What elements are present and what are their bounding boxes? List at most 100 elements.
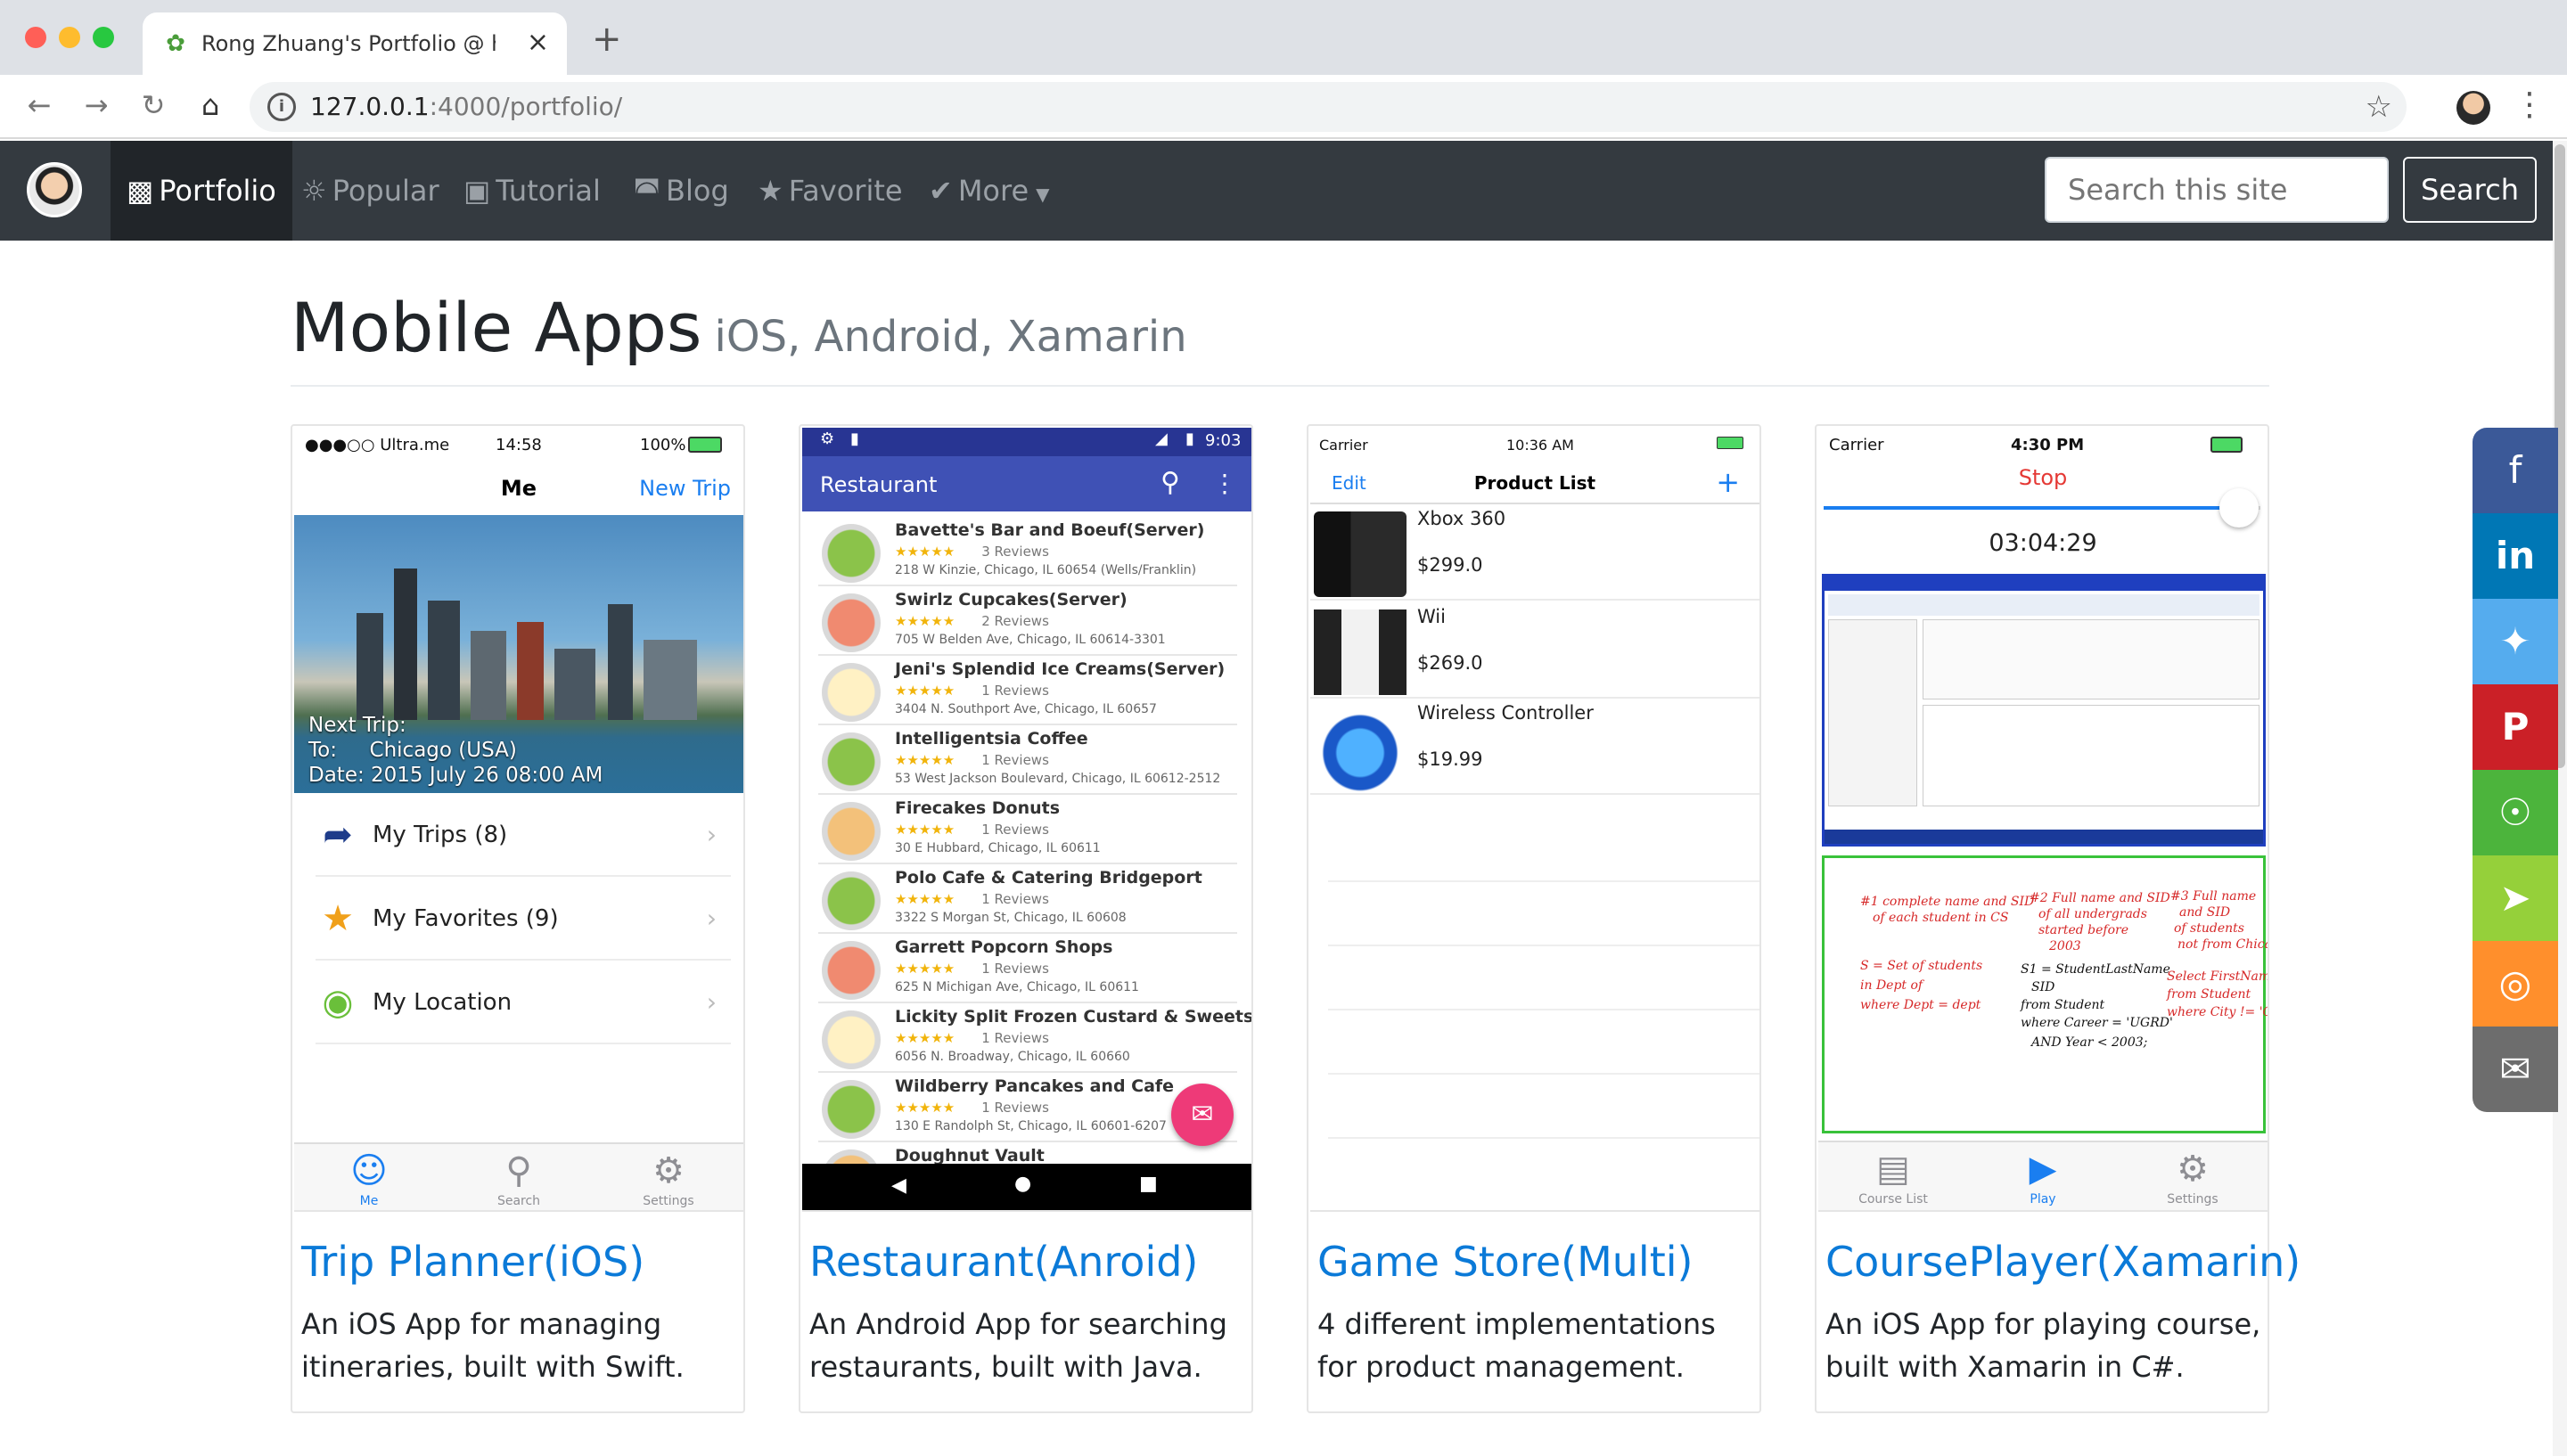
nav-tutorial[interactable]: ▣ Tutorial	[463, 141, 601, 241]
food-thumbnail	[822, 593, 881, 652]
nav-more-dropdown[interactable]: ✔ More ▼	[929, 141, 1050, 241]
product-row[interactable]: Xbox 360 $299.0	[1310, 504, 1759, 601]
app-screenshot[interactable]: ●●●○○ Ultra.me 14:58 100% Me New Trip Ne…	[294, 428, 743, 1212]
restaurant-address: 6056 N. Broadway, Chicago, IL 60660	[895, 1050, 1130, 1064]
card-title-link[interactable]: Trip Planner(iOS)	[301, 1233, 644, 1290]
card-title-link[interactable]: Game Store(Multi)	[1317, 1233, 1693, 1290]
pinterest-icon[interactable]: P	[2473, 684, 2558, 770]
bookmark-star-icon[interactable]: ☆	[2366, 89, 2392, 125]
app-screenshot[interactable]: Carrier 4:30 PM Stop 03:04:29 #1 complet…	[1818, 428, 2268, 1212]
briefcase-icon: ▩	[127, 174, 154, 208]
tab-settings[interactable]: ⚙ Settings	[594, 1148, 743, 1208]
site-navbar: ▩ Portfolio ☼ Popular ▣ Tutorial ◚ Blog ★ Fav…	[0, 141, 2553, 241]
restaurant-address: 30 E Hubbard, Chicago, IL 60611	[895, 841, 1101, 855]
restaurant-address: 3322 S Morgan St, Chicago, IL 60608	[895, 911, 1127, 925]
status-bar: ●●●○○ Ultra.me 14:58 100%	[294, 428, 743, 463]
add-button[interactable]: +	[1716, 465, 1740, 499]
tab-play[interactable]: ▶ Play	[1968, 1146, 2118, 1207]
list-item[interactable]: ◉ My Location ›	[316, 962, 731, 1044]
rating-stars: ★★★★★ 1 Reviews	[895, 822, 1049, 838]
twitter-icon[interactable]: ✦	[2473, 599, 2558, 684]
gear-icon: ⚙	[2177, 1149, 2209, 1190]
list-item[interactable]: Polo Cafe & Catering Bridgeport ★★★★★ 1 Re…	[818, 864, 1237, 934]
tab-me[interactable]: ☺ Me	[294, 1148, 444, 1208]
app-bar: Restaurant ⚲ ⋮	[802, 456, 1251, 511]
app-screenshot[interactable]: Carrier 10:36 AM Edit Product List + Xbo…	[1310, 428, 1759, 1212]
chevron-right-icon: ›	[706, 904, 717, 933]
nav-favorite[interactable]: ★ Favorite	[758, 141, 903, 241]
battery-icon	[2210, 437, 2243, 453]
browser-menu-icon[interactable]: ⋮	[2514, 87, 2546, 123]
teacher-icon: ▣	[463, 174, 491, 208]
rating-stars: ★★★★★ 1 Reviews	[895, 752, 1049, 768]
tab-course-list[interactable]: ▤ Course List	[1818, 1146, 1968, 1207]
empty-row-divider	[1328, 1137, 1759, 1139]
tab-close-icon[interactable]: ×	[527, 27, 549, 59]
reload-icon[interactable]: ↻	[135, 87, 171, 123]
home-icon[interactable]: ⌂	[193, 87, 228, 123]
weibo-icon[interactable]: ◎	[2473, 941, 2558, 1027]
nav-portfolio[interactable]: ▩ Portfolio	[111, 141, 292, 241]
status-bar: Carrier 10:36 AM	[1310, 428, 1759, 463]
site-search-input[interactable]	[2045, 157, 2389, 223]
tab-search[interactable]: ⚲ Search	[444, 1148, 594, 1208]
minimize-window-button[interactable]	[59, 27, 80, 48]
zoom-window-button[interactable]	[93, 27, 114, 48]
share-icon[interactable]: ➤	[2473, 855, 2558, 941]
browser-tab[interactable]: ✿ Rong Zhuang's Portfolio @ http ×	[143, 12, 567, 75]
video-frame-desktop	[1822, 574, 2266, 847]
rating-stars: ★★★★★ 1 Reviews	[895, 1100, 1049, 1116]
stop-button[interactable]: Stop	[1818, 465, 2268, 490]
tab-settings[interactable]: ⚙ Settings	[2118, 1146, 2268, 1207]
linkedin-icon[interactable]: in	[2473, 513, 2558, 599]
back-triangle-icon[interactable]: ◀	[891, 1174, 906, 1197]
new-tab-button[interactable]: +	[592, 21, 622, 57]
list-item[interactable]: ➦ My Trips (8) ›	[316, 795, 731, 877]
overflow-menu-icon[interactable]: ⋮	[1212, 469, 1237, 498]
restaurant-address: 625 N Michigan Ave, Chicago, IL 60611	[895, 980, 1139, 994]
close-window-button[interactable]	[25, 27, 46, 48]
card-title-link[interactable]: CoursePlayer(Xamarin)	[1825, 1233, 2300, 1290]
slider-thumb[interactable]	[2219, 488, 2259, 528]
list-item[interactable]: Intelligentsia Coffee ★★★★★ 1 Reviews 53 We…	[818, 725, 1237, 795]
facebook-icon[interactable]: f	[2473, 428, 2558, 513]
list-item[interactable]: Swirlz Cupcakes(Server) ★★★★★ 2 Reviews 705…	[818, 586, 1237, 656]
android-nav-bar: ◀ ● ■	[802, 1164, 1251, 1210]
wechat-icon[interactable]: ☉	[2473, 770, 2558, 855]
card-title-link[interactable]: Restaurant(Anroid)	[809, 1233, 1198, 1290]
list-item[interactable]: Lickity Split Frozen Custard & Sweets ★★★…	[818, 1003, 1251, 1073]
email-icon[interactable]: ✉	[2473, 1027, 2558, 1112]
nav-popular[interactable]: ☼ Popular	[301, 141, 439, 241]
gear-icon: ⚙	[652, 1150, 685, 1191]
address-bar[interactable]: i 127.0.0.1:4000/portfolio/ ☆	[250, 82, 2407, 132]
profile-avatar[interactable]	[2456, 91, 2490, 125]
site-avatar[interactable]	[27, 162, 82, 217]
status-bar: ⚙ ▮ ◢ ▮ 9:03	[802, 428, 1251, 456]
progress-slider[interactable]	[1824, 488, 2260, 528]
recents-square-icon[interactable]: ■	[1139, 1173, 1158, 1195]
food-thumbnail	[822, 871, 881, 930]
list-item[interactable]: Bavette's Bar and Boeuf(Server) ★★★★★ 3 Re…	[818, 517, 1237, 586]
list-item[interactable]: ★ My Favorites (9) ›	[316, 879, 731, 961]
settings-icon: ⚙	[820, 429, 835, 448]
course-list-icon: ▤	[1876, 1149, 1910, 1190]
list-item[interactable]: Jeni's Splendid Ice Creams(Server) ★★★★★ 1…	[818, 656, 1237, 725]
nav-blog[interactable]: ◚ Blog	[633, 141, 729, 241]
home-circle-icon[interactable]: ●	[1014, 1173, 1031, 1195]
chevron-right-icon: ›	[706, 820, 717, 849]
url-text[interactable]: 127.0.0.1:4000/portfolio/	[310, 91, 622, 123]
search-icon[interactable]: ⚲	[1160, 467, 1180, 498]
search-button[interactable]: Search	[2403, 157, 2537, 223]
info-icon[interactable]: i	[267, 93, 296, 121]
signal-icon: ◢	[1155, 429, 1168, 448]
food-thumbnail	[822, 524, 881, 583]
back-arrow-icon[interactable]: ←	[21, 87, 57, 123]
list-item[interactable]: Garrett Popcorn Shops ★★★★★ 1 Reviews 625 N…	[818, 934, 1237, 1003]
product-row[interactable]: Wii $269.0	[1310, 602, 1759, 699]
fire-icon: ☼	[301, 174, 327, 208]
email-fab-button[interactable]: ✉	[1171, 1084, 1234, 1146]
forward-arrow-icon[interactable]: →	[78, 87, 114, 123]
list-item[interactable]: Firecakes Donuts ★★★★★ 1 Reviews 30 E Hubba…	[818, 795, 1237, 864]
product-row[interactable]: Wireless Controller $19.99	[1310, 699, 1759, 795]
app-screenshot[interactable]: ⚙ ▮ ◢ ▮ 9:03 Restaurant ⚲ ⋮ Bavette's Ba…	[802, 428, 1251, 1212]
